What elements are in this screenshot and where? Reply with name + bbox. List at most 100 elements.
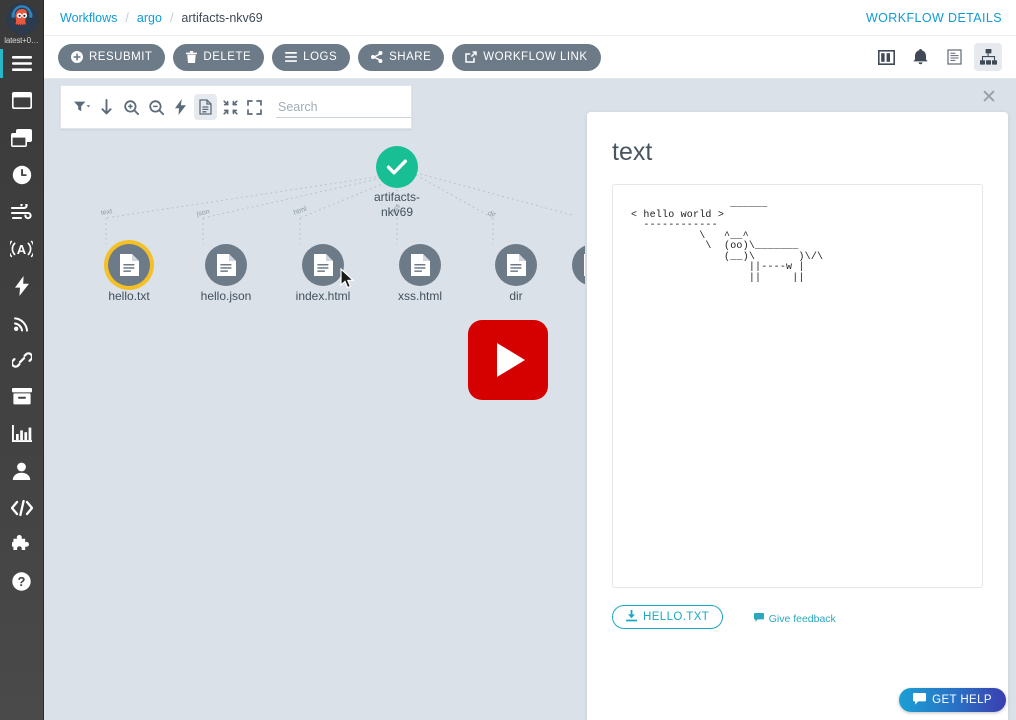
- external-link-icon: [465, 51, 477, 63]
- reports-icon: [12, 425, 32, 442]
- status-succeeded-icon: [376, 146, 418, 188]
- workflow-graph-icon[interactable]: [974, 43, 1002, 71]
- user-icon: [12, 462, 31, 480]
- sidebar-item-workflows[interactable]: [0, 82, 44, 119]
- close-icon[interactable]: ✕: [978, 86, 1000, 108]
- delete-button[interactable]: DELETE: [173, 44, 264, 71]
- sidebar-item-workflow-templates[interactable]: [0, 119, 44, 156]
- breadcrumb-separator: /: [125, 11, 128, 25]
- share-button[interactable]: SHARE: [358, 44, 444, 71]
- graph-node-root[interactable]: artifacts- nkv69: [376, 146, 418, 188]
- sidebar-item-event-flow[interactable]: [0, 193, 44, 230]
- sidebar-item-plugins[interactable]: [0, 526, 44, 563]
- split-panel-icon[interactable]: [872, 43, 900, 71]
- breadcrumb: Workflows / argo / artifacts-nkv69: [44, 11, 263, 25]
- get-help-button[interactable]: GET HELP: [899, 688, 1006, 712]
- graph-node-label: xss.html: [398, 289, 442, 303]
- graph-node-partial[interactable]: f: [572, 244, 585, 286]
- root-label-line2: nkv69: [374, 205, 420, 220]
- sidebar-item-event-sources[interactable]: [0, 267, 44, 304]
- workflow-details-title: WORKFLOW DETAILS: [866, 11, 1002, 25]
- graph-node-label: hello.json: [201, 289, 252, 303]
- list-icon: [285, 52, 297, 62]
- play-triangle-icon: [497, 343, 525, 377]
- lightning-icon[interactable]: [170, 94, 193, 120]
- version-label: latest+0…: [0, 36, 44, 45]
- sidebar-item-sensors[interactable]: A: [0, 230, 44, 267]
- search-input[interactable]: [276, 97, 411, 118]
- resubmit-label: RESUBMIT: [89, 51, 152, 63]
- graph-node-root-label: artifacts- nkv69: [374, 190, 420, 220]
- file-icon: [399, 244, 441, 286]
- graph-node-dir[interactable]: dir: [495, 244, 537, 286]
- workflows-icon: [12, 92, 32, 109]
- graph-node-label: hello.txt: [108, 289, 149, 303]
- sidebar-item-webhooks[interactable]: [0, 304, 44, 341]
- root-label-line1: artifacts-: [374, 190, 420, 205]
- svg-text:A: A: [17, 242, 27, 257]
- collapse-icon[interactable]: [219, 94, 242, 120]
- event-flow-icon: [11, 204, 33, 220]
- graph-node-xss-html[interactable]: xss.html: [399, 244, 441, 286]
- graph-node-index-html[interactable]: index.html: [302, 244, 344, 286]
- sidebar-item-links[interactable]: [0, 341, 44, 378]
- download-button[interactable]: HELLO.TXT: [612, 605, 723, 629]
- zoom-out-icon[interactable]: [145, 94, 168, 120]
- sidebar-item-user[interactable]: [0, 452, 44, 489]
- zoom-in-icon[interactable]: [120, 94, 143, 120]
- breadcrumb-workflows[interactable]: Workflows: [60, 11, 117, 25]
- arrow-down-icon[interactable]: [96, 94, 119, 120]
- give-feedback-link[interactable]: Give feedback: [754, 613, 836, 625]
- breadcrumb-current: artifacts-nkv69: [181, 11, 262, 25]
- artifact-details-panel: ✕ text ______ < hello world > ----------…: [585, 79, 1016, 720]
- workflow-link-label: WORKFLOW LINK: [483, 51, 587, 63]
- breadcrumb-separator: /: [170, 11, 173, 25]
- download-label: HELLO.TXT: [643, 611, 709, 623]
- sidebar-logo[interactable]: latest+0…: [0, 0, 44, 45]
- argo-mascot-logo: [6, 3, 38, 35]
- graph-node-label: index.html: [296, 289, 351, 303]
- bell-icon[interactable]: [906, 43, 934, 71]
- workflow-link-button[interactable]: WORKFLOW LINK: [452, 44, 600, 71]
- play-button[interactable]: [468, 320, 548, 400]
- share-label: SHARE: [389, 51, 431, 63]
- download-icon: [626, 610, 637, 625]
- graph-node-label: dir: [509, 289, 522, 303]
- give-feedback-label: Give feedback: [769, 613, 836, 625]
- file-icon: [205, 244, 247, 286]
- workflow-graph-panel: text json html xss dir artifacts- nkv69 …: [44, 79, 585, 720]
- plugins-icon: [12, 535, 32, 554]
- artifact-preview-box: ______ < hello world > ------------ \ ^_…: [612, 184, 983, 588]
- webhooks-icon: [12, 313, 32, 333]
- file-icon: [572, 244, 585, 286]
- archive-icon: [12, 388, 32, 405]
- sidebar-item-reports[interactable]: [0, 415, 44, 452]
- sidebar-item-menu[interactable]: [0, 45, 44, 82]
- artifact-card: text ______ < hello world > ------------…: [587, 112, 1008, 720]
- graph-node-hello-json[interactable]: hello.json: [205, 244, 247, 286]
- top-bar: Workflows / argo / artifacts-nkv69 WORKF…: [44, 0, 1016, 36]
- logs-button[interactable]: LOGS: [272, 44, 350, 71]
- graph-node-hello-txt[interactable]: hello.txt: [108, 244, 150, 286]
- resubmit-button[interactable]: RESUBMIT: [58, 44, 165, 71]
- edge-label-dir: dir: [487, 210, 496, 219]
- breadcrumb-namespace[interactable]: argo: [137, 11, 162, 25]
- sidebar-item-cron-workflows[interactable]: [0, 156, 44, 193]
- fullscreen-icon[interactable]: [243, 94, 266, 120]
- ascii-art-content: ______ < hello world > ------------ \ ^_…: [631, 200, 982, 284]
- logs-label: LOGS: [303, 51, 337, 63]
- sidebar-item-api-docs[interactable]: [0, 489, 44, 526]
- cron-workflows-icon: [12, 165, 32, 185]
- document-icon[interactable]: [194, 94, 217, 120]
- sidebar-item-archived-workflows[interactable]: [0, 378, 44, 415]
- sidebar-item-help[interactable]: ?: [0, 563, 44, 600]
- comment-icon: [754, 613, 764, 625]
- file-icon: [495, 244, 537, 286]
- api-docs-icon: [11, 500, 33, 516]
- links-icon: [12, 351, 32, 369]
- mouse-cursor: [340, 268, 356, 290]
- get-help-label: GET HELP: [932, 694, 992, 706]
- share-icon: [371, 51, 383, 63]
- yaml-manifest-icon[interactable]: [940, 43, 968, 71]
- filter-icon[interactable]: [71, 94, 94, 120]
